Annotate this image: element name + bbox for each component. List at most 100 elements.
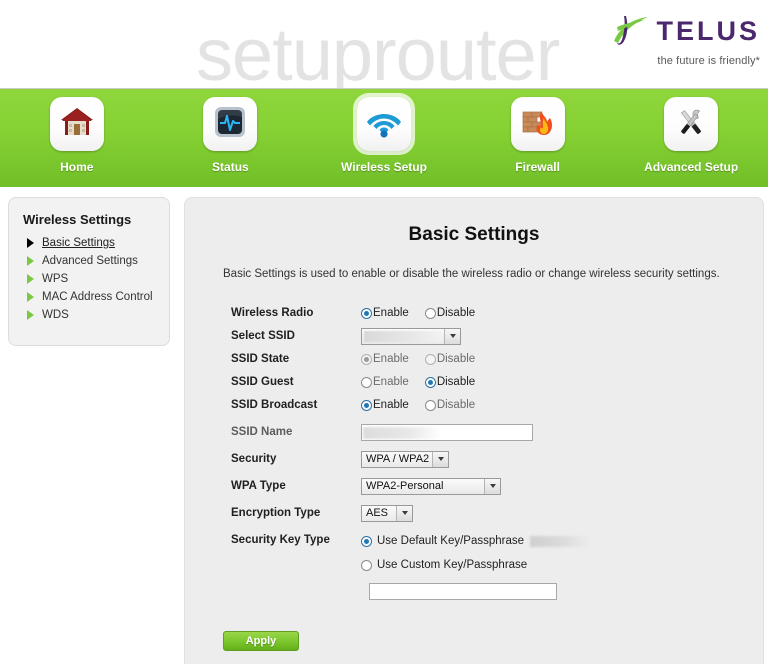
chevron-down-icon[interactable] — [396, 505, 412, 521]
wireless-radio-enable-option[interactable]: Enable — [361, 307, 409, 319]
option-label: Enable — [373, 399, 409, 411]
sidebar-item-mac-address-control[interactable]: MAC Address Control — [27, 291, 159, 303]
arrow-icon — [27, 274, 34, 284]
arrow-icon — [27, 292, 34, 302]
tools-icon — [673, 106, 709, 143]
sidebar: Wireless Settings Basic Settings Advance… — [8, 197, 170, 346]
sidebar-item-label: WPS — [42, 273, 69, 285]
telus-wordmark: TELUS — [656, 15, 760, 46]
sidebar-item-label: WDS — [42, 309, 69, 321]
arrow-icon — [27, 238, 34, 248]
field-label: Encryption Type — [231, 507, 321, 519]
nav-item-firewall[interactable]: Firewall — [461, 89, 615, 174]
select-ssid-dropdown[interactable] — [361, 327, 461, 345]
nav-item-home[interactable]: Home — [0, 89, 154, 174]
nav-item-status[interactable]: Status — [154, 89, 308, 174]
telus-logo: TELUS the future is friendly* — [564, 14, 760, 67]
sidebar-item-wds[interactable]: WDS — [27, 309, 159, 321]
field-wireless-radio: Wireless Radio Enable Disable — [231, 302, 763, 324]
security-dropdown[interactable]: WPA / WPA2 — [361, 450, 449, 468]
nav-label-firewall: Firewall — [515, 160, 560, 174]
field-ssid-name: SSID Name — [231, 421, 763, 443]
security-value: WPA / WPA2 — [366, 453, 430, 465]
ssid-name-input[interactable] — [361, 423, 533, 441]
use-default-key-option[interactable]: Use Default Key/Passphrase — [361, 535, 593, 547]
sidebar-item-label: MAC Address Control — [42, 291, 153, 303]
sidebar-item-basic-settings[interactable]: Basic Settings — [27, 237, 159, 249]
content-panel: Basic Settings Basic Settings is used to… — [184, 197, 764, 664]
telus-swoosh-icon — [610, 14, 652, 48]
field-label: Security Key Type — [231, 534, 330, 546]
wpa-type-dropdown[interactable]: WPA2-Personal — [361, 477, 501, 495]
field-encryption-type: Encryption Type AES — [231, 502, 763, 524]
encryption-type-dropdown[interactable]: AES — [361, 504, 413, 522]
page-title: Basic Settings — [408, 224, 540, 245]
field-security: Security WPA / WPA2 — [231, 448, 763, 470]
option-label: Disable — [436, 399, 476, 411]
ssid-broadcast-disable-option[interactable]: Disable — [424, 399, 476, 411]
page-header: setuprouter TELUS the future is friendly… — [0, 0, 768, 88]
sidebar-item-label: Basic Settings — [42, 237, 115, 249]
radio-icon[interactable] — [361, 399, 372, 411]
basic-settings-form: Wireless Radio Enable Disable Select SSI… — [185, 302, 763, 600]
select-ssid-value — [364, 330, 442, 342]
sidebar-item-label: Advanced Settings — [42, 255, 138, 267]
radio-icon[interactable] — [424, 399, 436, 411]
field-label: Wireless Radio — [231, 307, 314, 319]
wpa-type-value: WPA2-Personal — [366, 480, 444, 492]
wifi-icon — [366, 106, 402, 143]
nav-item-wireless-setup[interactable]: Wireless Setup — [307, 89, 461, 174]
field-label: WPA Type — [231, 480, 286, 492]
nav-label-wireless-setup: Wireless Setup — [341, 160, 427, 174]
nav-item-advanced-setup[interactable]: Advanced Setup — [614, 89, 768, 174]
option-label: Disable — [436, 376, 476, 388]
field-ssid-guest: SSID Guest Enable Disable — [231, 371, 763, 393]
radio-icon[interactable] — [424, 376, 436, 388]
radio-icon[interactable] — [361, 559, 372, 571]
radio-icon[interactable] — [424, 307, 436, 319]
option-label: Disable — [436, 307, 476, 319]
ssid-broadcast-enable-option[interactable]: Enable — [361, 399, 409, 411]
sidebar-item-advanced-settings[interactable]: Advanced Settings — [27, 255, 159, 267]
radio-icon[interactable] — [424, 353, 436, 365]
field-label: SSID Broadcast — [231, 399, 318, 411]
option-label: Disable — [436, 353, 476, 365]
field-wpa-type: WPA Type WPA2-Personal — [231, 475, 763, 497]
main-navigation: Home Status Wireless Setup Firewall Adva… — [0, 88, 768, 187]
wireless-radio-disable-option[interactable]: Disable — [424, 307, 476, 319]
option-label: Use Custom Key/Passphrase — [377, 559, 528, 571]
chevron-down-icon[interactable] — [432, 451, 448, 467]
ssid-state-disable-option[interactable]: Disable — [424, 353, 476, 365]
field-label: Security — [231, 453, 277, 465]
chevron-down-icon[interactable] — [484, 478, 500, 494]
sidebar-item-wps[interactable]: WPS — [27, 273, 159, 285]
home-icon — [59, 105, 95, 144]
setuprouter-watermark: setuprouter — [196, 13, 560, 89]
option-label: Enable — [373, 376, 409, 388]
page-body: Wireless Settings Basic Settings Advance… — [0, 187, 768, 664]
radio-icon[interactable] — [361, 376, 372, 388]
apply-button[interactable]: Apply — [223, 631, 299, 651]
chevron-down-icon[interactable] — [444, 328, 460, 344]
radio-icon[interactable] — [361, 535, 372, 547]
apply-button-area: Apply — [185, 601, 763, 664]
ssid-state-enable-option[interactable]: Enable — [361, 353, 409, 365]
use-custom-key-option[interactable]: Use Custom Key/Passphrase — [361, 559, 592, 571]
field-security-key-type: Security Key Type Use Default Key/Passph… — [231, 532, 763, 600]
nav-label-home: Home — [60, 160, 94, 174]
nav-label-advanced-setup: Advanced Setup — [644, 160, 739, 174]
ssid-guest-enable-option[interactable]: Enable — [361, 376, 409, 388]
encryption-type-value: AES — [366, 507, 389, 519]
status-monitor-icon — [213, 105, 247, 144]
field-ssid-broadcast: SSID Broadcast Enable Disable — [231, 394, 763, 416]
ssid-guest-disable-option[interactable]: Disable — [424, 376, 476, 388]
sidebar-title: Wireless Settings — [23, 212, 132, 227]
radio-icon[interactable] — [361, 307, 372, 319]
radio-icon[interactable] — [361, 353, 372, 365]
field-label: SSID State — [231, 353, 290, 365]
custom-key-input[interactable] — [369, 583, 557, 600]
field-label: Select SSID — [231, 330, 295, 342]
field-select-ssid: Select SSID — [231, 325, 763, 347]
option-label: Use Default Key/Passphrase — [377, 535, 525, 547]
telus-tagline: the future is friendly* — [657, 55, 760, 67]
